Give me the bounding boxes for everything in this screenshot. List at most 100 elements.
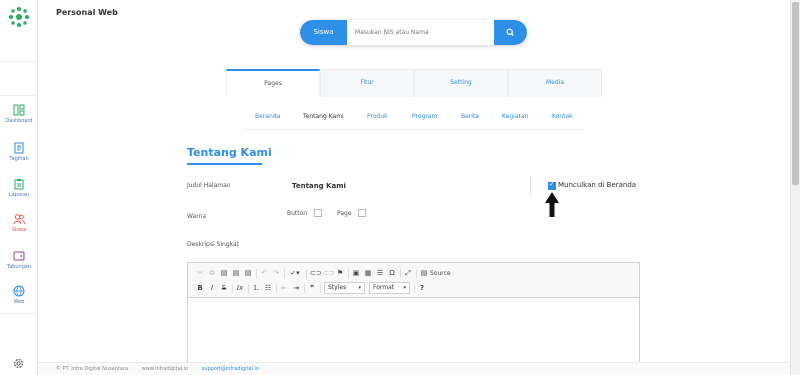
copy-icon[interactable]: ⧉ [208,268,216,279]
bold-icon[interactable]: B [196,283,204,294]
format-dropdown-label: Format [373,284,395,291]
special-char-icon[interactable]: Ω [388,268,396,279]
sidebar-item-label: Web [13,299,25,305]
subnav-berita[interactable]: Berita [461,113,479,120]
remove-format-icon[interactable]: Ix [236,283,244,294]
judul-halaman-label: Judul Halaman [187,182,231,189]
sidebar-item-label: Tagihan [9,156,29,162]
paste-word-icon[interactable]: ▤ [244,268,252,279]
tab-pages[interactable]: Pages [226,69,320,97]
sidebar-item-label: Laporan [8,192,30,198]
paste-text-icon[interactable]: ▤ [232,268,240,279]
indent-icon[interactable]: ⇥ [292,283,300,294]
sidebar-item-tabungan[interactable]: Tabungan [0,250,38,284]
subnav-divider [243,129,585,130]
chevron-down-icon: ▾ [358,285,361,291]
toolbar-separator [304,284,305,293]
cut-icon[interactable]: ✂ [196,268,204,279]
report-icon [14,179,24,190]
subnav-kontak[interactable]: Kontak [552,113,573,120]
styles-dropdown-label: Styles [328,284,347,291]
image-icon[interactable]: ▣ [352,268,360,279]
page-scrollbar[interactable] [790,0,800,375]
toolbar-separator [400,269,401,278]
numbered-list-icon[interactable]: ⒈ [252,283,260,294]
bulleted-list-icon[interactable]: ☷ [264,283,272,294]
subnav-kegiatan[interactable]: Kegiatan [502,113,528,120]
search-mode-button[interactable]: Siswa [300,20,347,45]
undo-icon[interactable]: ↶ [260,268,268,279]
toolbar-separator [416,269,417,278]
section-title: Tentang Kami [187,146,272,159]
redo-icon[interactable]: ↷ [272,268,280,279]
sidebar-item-label: Dashboard [5,118,33,124]
outdent-icon[interactable]: ⇤ [280,283,288,294]
wallet-icon [13,251,25,261]
footer-company: © PT. Infra Digital Nusantara [56,366,129,372]
page-checkbox[interactable] [358,209,366,217]
sidebar-item-tagihan[interactable]: Tagihan [0,142,38,176]
maximize-icon[interactable]: ⤢ [404,268,412,279]
unlink-icon[interactable]: ⊂⊃ [323,268,335,279]
help-icon[interactable]: ? [418,283,426,294]
footer-website[interactable]: www.infradigital.io [142,366,188,372]
scrollbar-thumb[interactable] [792,2,799,185]
rich-text-editor: ✂ ⧉ ▤ ▤ ▤ ↶ ↷ ✓▾ ⊂⊃ ⊂⊃ ⚑ ▣ ▦ ☰ Ω ⤢ ▤ Sou… [187,262,640,375]
paste-icon[interactable]: ▤ [220,268,228,279]
toolbar-separator [256,269,257,278]
users-icon [13,214,25,225]
subnav-produk[interactable]: Produk [367,113,388,120]
link-icon[interactable]: ⊂⊃ [310,268,322,279]
sidebar-item-label: Siswa [11,227,27,233]
sidebar-item-laporan[interactable]: Laporan [0,178,38,212]
app-logo-icon [9,7,29,27]
italic-icon[interactable]: I [208,283,216,294]
toolbar-separator [414,284,415,293]
toolbar-separator [284,269,285,278]
search-button[interactable] [494,20,527,45]
anchor-flag-icon[interactable]: ⚑ [336,268,344,279]
arrow-up-icon [545,192,559,217]
deskripsi-label: Deskripsi Singkat [187,241,240,248]
format-dropdown[interactable]: Format ▾ [369,282,410,294]
footer: © PT. Infra Digital Nusantara www.infrad… [38,362,790,375]
globe-icon [13,285,25,297]
toolbar-separator [232,284,233,293]
munculkan-beranda-checkbox[interactable] [548,180,556,190]
gear-icon[interactable] [12,357,25,370]
tab-fitur[interactable]: Fitur [320,69,414,97]
dashboard-icon [13,104,25,116]
spellcheck-icon[interactable]: ✓▾ [288,268,302,279]
blockquote-icon[interactable]: ❞ [308,283,316,294]
button-checkbox[interactable] [314,209,322,217]
munculkan-beranda-label: Munculkan di Beranda [558,181,637,189]
styles-dropdown[interactable]: Styles ▾ [324,282,365,294]
subnav-program[interactable]: Program [412,113,437,120]
table-icon[interactable]: ▦ [364,268,372,279]
sidebar-item-dashboard[interactable]: Dashboard [0,104,38,138]
horizontal-line-icon[interactable]: ☰ [376,268,384,279]
source-icon[interactable]: ▤ [420,268,428,279]
subnav-beranda[interactable]: Beranda [255,113,280,120]
strikethrough-icon[interactable]: S [220,283,228,294]
student-search: Siswa [300,20,527,45]
sidebar-divider [0,61,38,62]
tab-media[interactable]: Media [508,69,602,97]
judul-halaman-value[interactable]: Tentang Kami [292,182,346,190]
tab-setting[interactable]: Setting [414,69,508,97]
source-button[interactable]: Source [430,268,451,279]
section-underline [187,163,262,165]
toolbar-separator [248,284,249,293]
chevron-down-icon: ▾ [403,285,406,291]
toolbar-separator [320,284,321,293]
page-option-label: Page [337,210,352,217]
footer-email[interactable]: support@infradigital.io [202,366,259,372]
search-icon [506,28,514,36]
sidebar-divider [0,95,38,96]
subnav-tentang-kami[interactable]: Tentang Kami [303,113,344,120]
toolbar-separator [348,269,349,278]
search-input[interactable] [347,20,494,45]
sidebar-item-siswa[interactable]: Siswa [0,213,38,247]
form-divider [530,176,531,196]
app-title: Personal Web [56,8,118,17]
